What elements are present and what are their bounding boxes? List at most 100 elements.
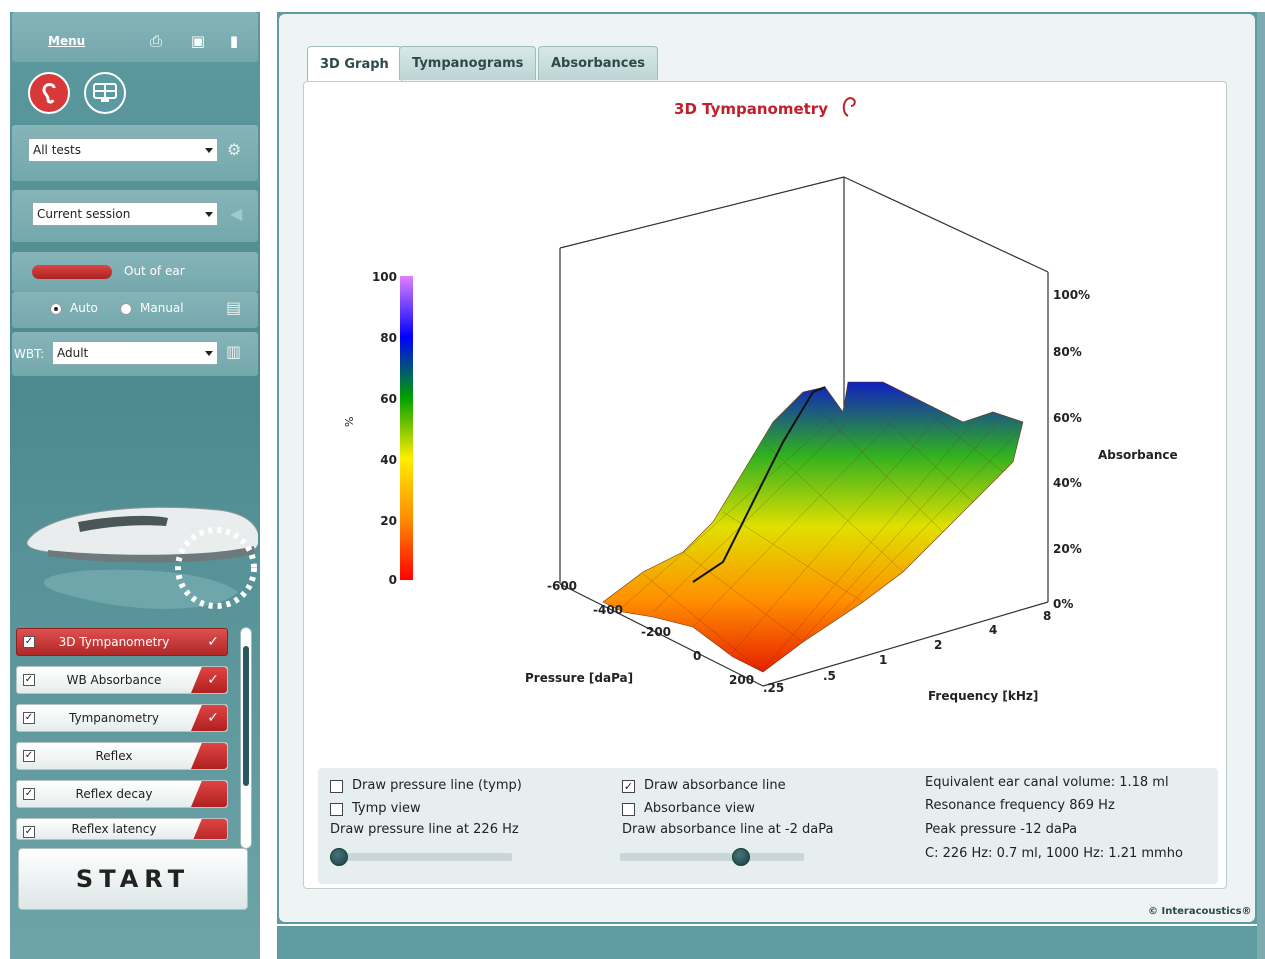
test-item-3d-tympanometry[interactable]: ✓ 3D Tympanometry ✓ bbox=[16, 628, 228, 656]
app-window: Menu ⎙ ▣ ▮ All tests ⚙ Current session ◀… bbox=[0, 0, 1265, 959]
ear-canal-volume: Equivalent ear canal volume: 1.18 ml bbox=[925, 775, 1169, 790]
add-protocol-icon[interactable]: ▥ bbox=[226, 342, 241, 361]
test-checkbox[interactable]: ✓ bbox=[23, 712, 35, 724]
frequency-axis-label: Frequency [kHz] bbox=[928, 689, 1038, 703]
colorbar-tick: 80 bbox=[380, 331, 397, 345]
pressure-axis-label: Pressure [daPa] bbox=[525, 671, 633, 685]
auto-radio[interactable] bbox=[50, 303, 62, 315]
ear-icon bbox=[842, 97, 856, 117]
draw-pressure-line-checkbox[interactable] bbox=[330, 780, 343, 793]
chart-title: 3D Tympanometry bbox=[674, 100, 828, 118]
test-list-scrollbar[interactable] bbox=[240, 627, 252, 849]
absorbance-view-checkbox[interactable] bbox=[622, 803, 635, 816]
pressure-line-caption: Draw pressure line at 226 Hz bbox=[330, 822, 519, 837]
tests-dropdown[interactable]: All tests bbox=[28, 138, 218, 162]
auto-label: Auto bbox=[70, 301, 98, 315]
right-side-tabs[interactable] bbox=[1257, 12, 1265, 959]
test-name: WB Absorbance bbox=[66, 673, 162, 687]
manual-label: Manual bbox=[140, 301, 184, 315]
chevron-down-icon bbox=[205, 148, 213, 153]
pressure-tick: 200 bbox=[729, 673, 754, 687]
absorbance-tick: 60% bbox=[1053, 411, 1082, 425]
pressure-tick: -200 bbox=[641, 625, 671, 639]
check-mark-icon: ✓ bbox=[207, 634, 219, 650]
bottom-bar bbox=[277, 926, 1257, 959]
tymp-view-checkbox[interactable] bbox=[330, 803, 343, 816]
monitor-button[interactable] bbox=[84, 72, 126, 114]
test-item-reflex[interactable]: ✓ Reflex bbox=[16, 742, 228, 770]
test-status-flag bbox=[191, 781, 227, 807]
absorbance-view-label: Absorbance view bbox=[644, 801, 755, 816]
test-status-flag bbox=[191, 743, 227, 769]
test-checkbox[interactable]: ✓ bbox=[23, 788, 35, 800]
check-mark-icon: ✓ bbox=[191, 667, 227, 693]
pressure-tick: -600 bbox=[547, 579, 577, 593]
test-name: Tympanometry bbox=[69, 711, 159, 725]
tab-tympanograms[interactable]: Tympanograms bbox=[399, 46, 537, 80]
manual-radio[interactable] bbox=[120, 303, 132, 315]
tympanometry-3d-chart: 3D Tympanometry 0 20 40 60 80 100 % 0% 2… bbox=[343, 97, 1178, 703]
test-name: 3D Tympanometry bbox=[58, 635, 170, 649]
ear-icon bbox=[42, 83, 56, 104]
test-name: Reflex bbox=[95, 749, 133, 763]
test-name: Reflex latency bbox=[71, 822, 157, 836]
wbt-label: WBT: bbox=[14, 347, 45, 361]
colorbar-tick: 60 bbox=[380, 392, 397, 406]
frequency-tick: 8 bbox=[1043, 609, 1051, 623]
colorbar-tick: 40 bbox=[380, 453, 397, 467]
menu-button[interactable]: Menu bbox=[48, 34, 85, 48]
tab-3d-graph[interactable]: 3D Graph bbox=[307, 46, 402, 82]
test-item-reflex-latency[interactable]: ✓ Reflex latency bbox=[16, 818, 228, 840]
wbt-dropdown[interactable]: Adult bbox=[52, 341, 218, 365]
chevron-down-icon bbox=[205, 212, 213, 217]
pressure-tick: 0 bbox=[693, 649, 701, 663]
absorbance-line-caption: Draw absorbance line at -2 daPa bbox=[622, 822, 834, 837]
test-checkbox[interactable]: ✓ bbox=[23, 750, 35, 762]
test-item-reflex-decay[interactable]: ✓ Reflex decay bbox=[16, 780, 228, 808]
test-checkbox[interactable]: ✓ bbox=[23, 636, 35, 648]
mode-block bbox=[12, 292, 258, 328]
wbt-dropdown-value: Adult bbox=[57, 346, 89, 360]
plug-icon: ◀ bbox=[230, 204, 243, 223]
absorbance-tick: 0% bbox=[1053, 597, 1073, 611]
test-checkbox[interactable]: ✓ bbox=[23, 826, 35, 838]
frequency-tick: .25 bbox=[763, 681, 784, 695]
resonance-frequency: Resonance frequency 869 Hz bbox=[925, 798, 1115, 813]
note-icon[interactable]: ▤ bbox=[226, 298, 241, 317]
print-icon[interactable]: ⎙ bbox=[148, 32, 164, 50]
left-panel: Menu ⎙ ▣ ▮ All tests ⚙ Current session ◀… bbox=[10, 12, 260, 959]
pressure-line-slider-knob[interactable] bbox=[330, 848, 348, 866]
ear-select-button[interactable] bbox=[28, 72, 70, 114]
probe-graphic bbox=[26, 506, 258, 609]
absorbance-tick: 100% bbox=[1053, 288, 1090, 302]
tab-absorbances[interactable]: Absorbances bbox=[538, 46, 659, 80]
settings-gears-icon[interactable]: ⚙ bbox=[227, 140, 241, 159]
absorbance-tick: 20% bbox=[1053, 542, 1082, 556]
scrollbar-thumb[interactable] bbox=[243, 646, 249, 786]
test-item-tympanometry[interactable]: ✓ Tympanometry ✓ bbox=[16, 704, 228, 732]
pressure-tick: -400 bbox=[593, 603, 623, 617]
frequency-tick: .5 bbox=[823, 669, 836, 683]
start-button[interactable]: START bbox=[18, 848, 248, 910]
draw-pressure-line-label: Draw pressure line (tymp) bbox=[352, 778, 522, 793]
pressure-line-slider[interactable] bbox=[330, 853, 512, 861]
frequency-tick: 4 bbox=[989, 623, 997, 637]
colorbar-label: % bbox=[343, 417, 356, 427]
save-icon[interactable]: ▣ bbox=[190, 32, 206, 50]
draw-absorbance-line-checkbox[interactable]: ✓ bbox=[622, 780, 635, 793]
session-dropdown[interactable]: Current session bbox=[32, 202, 218, 226]
absorbance-line-slider-knob[interactable] bbox=[732, 848, 750, 866]
absorbance-line-slider[interactable] bbox=[620, 853, 804, 861]
colorbar-tick: 0 bbox=[389, 573, 397, 587]
colorbar-tick: 20 bbox=[380, 514, 397, 528]
compliance-values: C: 226 Hz: 0.7 ml, 1000 Hz: 1.21 mmho bbox=[925, 846, 1183, 861]
test-checkbox[interactable]: ✓ bbox=[23, 674, 35, 686]
test-item-wb-absorbance[interactable]: ✓ WB Absorbance ✓ bbox=[16, 666, 228, 694]
copyright: © Interacoustics® bbox=[1148, 906, 1252, 917]
monitor-icon bbox=[93, 83, 117, 102]
peak-pressure: Peak pressure -12 daPa bbox=[925, 822, 1078, 837]
test-status-flag bbox=[191, 819, 227, 839]
test-name: Reflex decay bbox=[75, 787, 153, 801]
draw-absorbance-line-label: Draw absorbance line bbox=[644, 778, 786, 793]
exit-icon[interactable]: ▮ bbox=[226, 32, 242, 50]
